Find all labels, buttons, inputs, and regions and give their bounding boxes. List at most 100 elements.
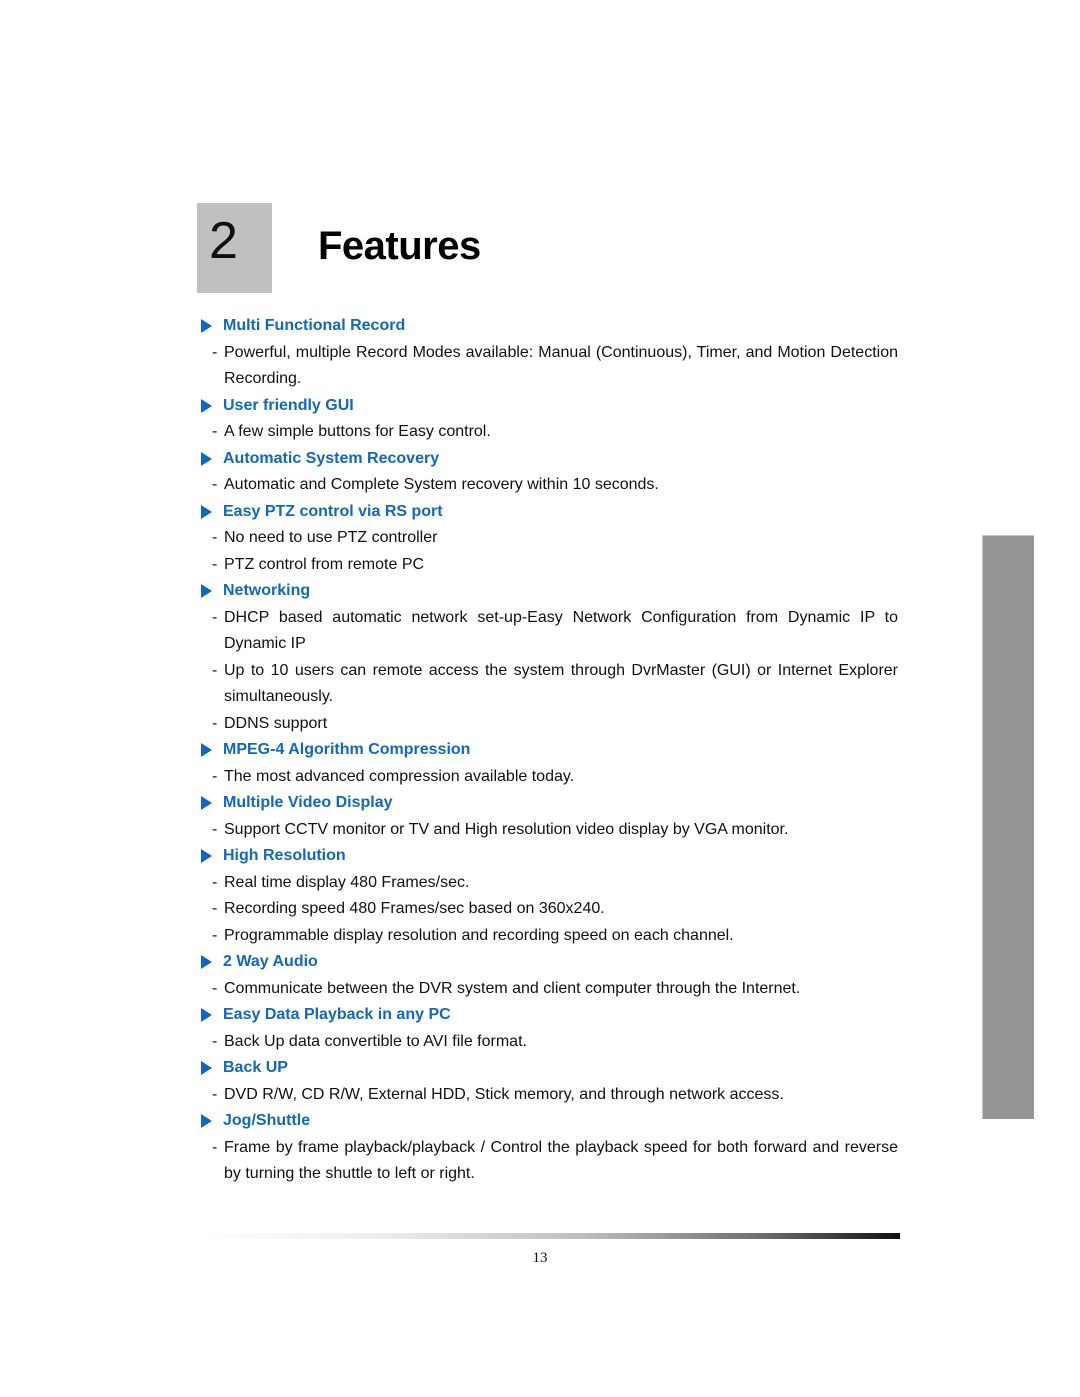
feature-item: - PTZ control from remote PC xyxy=(200,552,898,579)
dash-bullet: - xyxy=(212,714,218,732)
feature-heading: Easy Data Playback in any PC xyxy=(200,1002,898,1029)
feature-heading-text: User friendly GUI xyxy=(223,396,354,414)
triangle-bullet-icon xyxy=(201,504,212,519)
triangle-bullet-icon xyxy=(201,1008,212,1023)
triangle-bullet-icon xyxy=(201,319,212,334)
feature-item: - Up to 10 users can remote access the sy… xyxy=(200,658,898,711)
dash-bullet: - xyxy=(212,873,218,891)
feature-section: Easy Data Playback in any PC - Back Up dat… xyxy=(200,1002,898,1055)
feature-heading-text: 2 Way Audio xyxy=(223,953,318,971)
feature-heading-text: High Resolution xyxy=(223,847,346,865)
feature-section: MPEG-4 Algorithm Compression - The most ad… xyxy=(200,737,898,790)
feature-item: - Programmable display resolution and rec… xyxy=(200,923,898,950)
dash-bullet: - xyxy=(212,608,218,626)
feature-item: - DVD R/W, CD R/W, External HDD, Stick me… xyxy=(200,1082,898,1109)
dash-bullet: - xyxy=(212,1085,218,1103)
feature-item-text: Real time display 480 Frames/sec. xyxy=(224,873,470,891)
feature-heading-text: Easy PTZ control via RS port xyxy=(223,502,443,520)
feature-section: Networking - DHCP based automatic network … xyxy=(200,578,898,737)
dash-bullet: - xyxy=(212,476,218,493)
feature-item-text: The most advanced compression available … xyxy=(224,767,575,785)
dash-bullet: - xyxy=(212,900,218,917)
dash-bullet: - xyxy=(212,767,218,785)
feature-heading: Networking xyxy=(200,578,898,605)
feature-heading-text: Automatic System Recovery xyxy=(223,449,440,467)
feature-item-text: Programmable display resolution and reco… xyxy=(224,926,734,944)
feature-section: Back UP - DVD R/W, CD R/W, External HDD, S… xyxy=(200,1055,898,1108)
triangle-bullet-icon xyxy=(201,451,212,466)
triangle-bullet-icon xyxy=(201,796,212,811)
feature-item-text: Up to 10 users can remote access the sys… xyxy=(224,661,898,706)
feature-section: 2 Way Audio - Communicate between the DVR … xyxy=(200,949,898,1002)
side-thumb-tab xyxy=(982,535,1034,1119)
feature-item: -A few simple buttons for Easy control. xyxy=(200,419,898,446)
feature-item-text: PTZ control from remote PC xyxy=(224,555,425,573)
feature-item: - Frame by frame playback/playback / Cont… xyxy=(200,1135,898,1188)
page-number: 13 xyxy=(532,1250,548,1266)
feature-item: - Support CCTV monitor or TV and High res… xyxy=(200,817,898,844)
feature-heading: 2 Way Audio xyxy=(200,949,898,976)
feature-heading: MPEG-4 Algorithm Compression xyxy=(200,737,898,764)
feature-section: Multi Functional Record - Powerful, multip… xyxy=(200,313,898,393)
dash-bullet: - xyxy=(212,1032,218,1050)
triangle-bullet-icon xyxy=(201,584,212,599)
dash-bullet: - xyxy=(212,979,218,997)
dash-bullet: - xyxy=(212,423,218,440)
feature-item-text: Support CCTV monitor or TV and High reso… xyxy=(224,820,789,838)
feature-section: High Resolution - Real time display 480 Fr… xyxy=(200,843,898,949)
feature-heading-text: Multi Functional Record xyxy=(223,317,406,335)
feature-item-text: DDNS support xyxy=(224,714,328,732)
triangle-bullet-icon xyxy=(201,1061,212,1076)
chapter-number-box: 2 xyxy=(197,203,272,293)
triangle-bullet-icon xyxy=(201,849,212,864)
triangle-bullet-icon xyxy=(201,1114,212,1129)
feature-heading: Multiple Video Display xyxy=(200,790,898,817)
feature-item: - Recording speed 480 Frames/sec based on… xyxy=(200,896,898,923)
feature-item-text: Communicate between the DVR system and c… xyxy=(224,979,801,997)
feature-item: - Real time display 480 Frames/sec. xyxy=(200,870,898,897)
feature-heading-text: Networking xyxy=(223,582,311,600)
feature-item-text: Automatic and Complete System recovery w… xyxy=(224,476,659,493)
dash-bullet: - xyxy=(212,820,218,838)
feature-heading-text: Jog/Shuttle xyxy=(223,1112,311,1130)
feature-item-text: DHCP based automatic network set-up-Easy… xyxy=(224,608,898,653)
feature-heading: Jog/Shuttle xyxy=(200,1108,898,1135)
feature-item: - Communicate between the DVR system and … xyxy=(200,976,898,1003)
feature-item: - The most advanced compression available… xyxy=(200,764,898,791)
feature-section: Easy PTZ control via RS port - No need to … xyxy=(200,499,898,579)
feature-item-text: Powerful, multiple Record Modes availabl… xyxy=(224,343,898,388)
triangle-bullet-icon xyxy=(201,398,212,413)
feature-item-text: Recording speed 480 Frames/sec based on … xyxy=(224,900,605,917)
feature-heading-text: Back UP xyxy=(223,1059,288,1077)
footer-gradient-rule xyxy=(200,1233,900,1239)
chapter-number: 2 xyxy=(209,212,238,270)
features-list: Multi Functional Record - Powerful, multip… xyxy=(200,313,898,1188)
feature-heading-text: Multiple Video Display xyxy=(223,794,393,812)
dash-bullet: - xyxy=(212,926,218,944)
triangle-bullet-icon xyxy=(201,955,212,970)
feature-heading-text: MPEG-4 Algorithm Compression xyxy=(223,741,471,759)
feature-heading: Easy PTZ control via RS port xyxy=(200,499,898,526)
feature-item-text: Frame by frame playback/playback / Contr… xyxy=(224,1138,898,1183)
feature-heading: User friendly GUI xyxy=(200,393,898,420)
feature-heading: High Resolution xyxy=(200,843,898,870)
feature-item: - Back Up data convertible to AVI file fo… xyxy=(200,1029,898,1056)
dash-bullet: - xyxy=(212,1138,218,1156)
feature-section: Multiple Video Display - Support CCTV moni… xyxy=(200,790,898,843)
feature-section: User friendly GUI - A few simple buttons f… xyxy=(200,393,898,446)
dash-bullet: - xyxy=(212,555,218,573)
feature-item: - Powerful, multiple Record Modes availab… xyxy=(200,340,898,393)
feature-section: Jog/Shuttle - Frame by frame playback/play… xyxy=(200,1108,898,1188)
triangle-bullet-icon xyxy=(201,743,212,758)
feature-item-text: A few simple buttons for Easy control. xyxy=(224,423,491,440)
feature-heading: Automatic System Recovery xyxy=(200,446,898,473)
feature-section: Automatic System Recovery - Automatic and … xyxy=(200,446,898,499)
feature-item: - DDNS support xyxy=(200,711,898,738)
feature-item-text: Back Up data convertible to AVI file for… xyxy=(224,1032,527,1050)
dash-bullet: - xyxy=(212,529,218,546)
feature-item: - No need to use PTZ controller xyxy=(200,525,898,552)
feature-heading: Multi Functional Record xyxy=(200,313,898,340)
feature-heading-text: Easy Data Playback in any PC xyxy=(223,1006,451,1024)
feature-item-text: No need to use PTZ controller xyxy=(224,529,438,546)
feature-heading: Back UP xyxy=(200,1055,898,1082)
